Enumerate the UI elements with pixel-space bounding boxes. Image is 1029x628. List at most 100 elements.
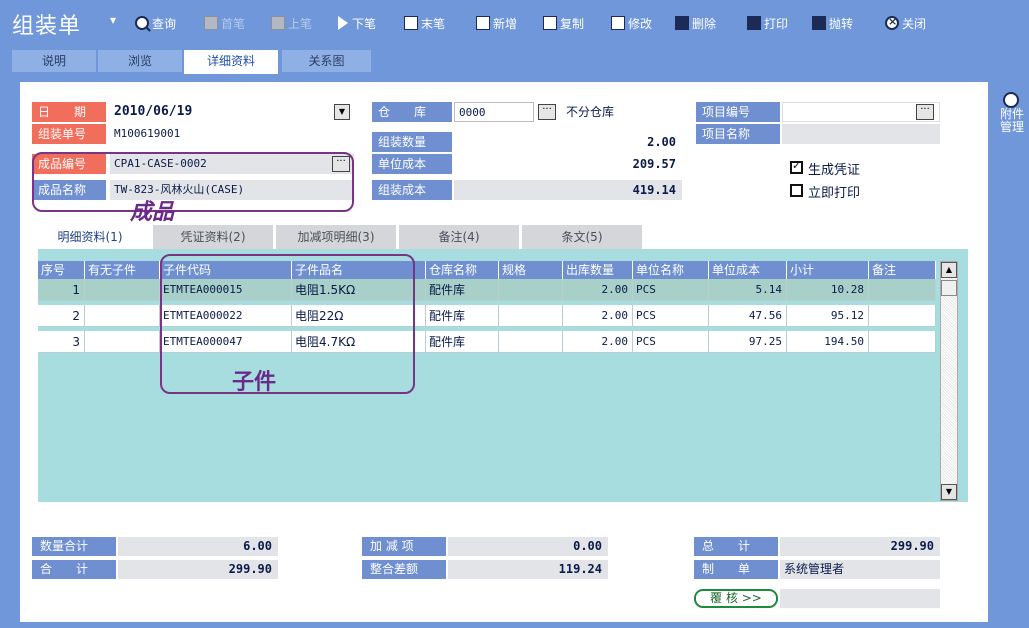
annotation-component-box	[160, 254, 415, 394]
warehouse-code-field[interactable]: 0000	[454, 102, 534, 122]
cell-warehouse: 配件库	[426, 305, 499, 327]
cell-seq: 2	[38, 305, 85, 327]
qty-label: 组装数量	[372, 132, 452, 152]
tab-browse[interactable]: 浏览	[98, 50, 183, 72]
unit-cost-field[interactable]: 209.57	[454, 154, 682, 174]
project-name-label: 项目名称	[696, 124, 780, 144]
cell-subtotal: 95.12	[787, 305, 869, 327]
cell-unit-cost: 5.14	[709, 279, 787, 301]
assembly-no-field[interactable]: M100619001	[110, 124, 354, 144]
round-diff-label: 整合差额	[362, 560, 446, 579]
assembly-cost-label: 组装成本	[372, 180, 452, 200]
tab-description[interactable]: 说明	[12, 50, 97, 72]
gen-voucher-label: 生成凭证	[808, 163, 861, 178]
last-record-icon	[404, 16, 418, 30]
cell-has-sub	[85, 305, 160, 327]
new-button[interactable]: 新增	[476, 13, 517, 33]
transfer-button[interactable]: 抛转	[812, 13, 853, 33]
cell-unit-cost: 97.25	[709, 331, 787, 353]
cell-unit: PCS	[633, 305, 709, 327]
attachment-management-label[interactable]: 附件管理	[1000, 108, 1024, 134]
tab-relation-diagram[interactable]: 关系图	[282, 50, 372, 72]
first-record-button[interactable]: 首笔	[204, 13, 245, 33]
date-field[interactable]: 2010/06/19	[110, 102, 354, 122]
warehouse-label: 仓 库	[372, 102, 452, 122]
edit-button[interactable]: 修改	[611, 13, 652, 33]
annotation-component-text: 子件	[232, 369, 277, 395]
maker-label: 制 单	[694, 560, 778, 579]
check-mark-icon: ✓	[792, 159, 802, 172]
transfer-icon	[812, 16, 826, 30]
cell-unit: PCS	[633, 331, 709, 353]
subtab-voucher[interactable]: 凭证资料(2)	[153, 225, 273, 249]
query-button[interactable]: 查询	[135, 13, 176, 33]
col-unit[interactable]: 单位名称	[633, 261, 709, 279]
copy-icon	[543, 16, 557, 30]
cell-qty: 2.00	[563, 331, 633, 353]
grid-scrollbar[interactable]: ▲ ▼	[940, 261, 958, 501]
cell-qty: 2.00	[563, 279, 633, 301]
col-unit-cost[interactable]: 单位成本	[709, 261, 787, 279]
round-diff-value: 119.24	[448, 560, 608, 579]
search-icon	[135, 16, 149, 30]
audit-button[interactable]: 覆 核 >>	[694, 589, 778, 608]
cell-spec	[499, 305, 563, 327]
cell-has-sub	[85, 331, 160, 353]
edit-icon	[611, 16, 625, 30]
gen-voucher-checkbox[interactable]: ✓	[790, 159, 803, 174]
date-label: 日 期	[32, 102, 106, 122]
last-record-button[interactable]: 末笔	[404, 13, 445, 33]
project-lookup-button[interactable]: ···	[916, 104, 934, 120]
col-warehouse[interactable]: 仓库名称	[426, 261, 499, 279]
delete-button[interactable]: 删除	[675, 13, 716, 33]
new-icon	[476, 16, 490, 30]
print-now-checkbox[interactable]	[790, 184, 803, 197]
col-has-sub[interactable]: 有无子件	[85, 261, 160, 279]
cell-warehouse: 配件库	[426, 279, 499, 301]
date-dropdown-icon[interactable]: ▼	[334, 104, 350, 120]
warehouse-lookup-button[interactable]: ···	[538, 104, 556, 120]
prev-record-icon	[271, 16, 285, 30]
next-record-button[interactable]: 下笔	[338, 13, 376, 33]
close-button[interactable]: 关闭	[885, 13, 926, 33]
attachment-search-icon[interactable]	[1003, 92, 1019, 108]
scroll-up-icon[interactable]: ▲	[941, 262, 957, 278]
cell-unit: PCS	[633, 279, 709, 301]
tab-details[interactable]: 详细资料	[184, 50, 279, 74]
close-icon	[885, 15, 899, 30]
cell-note	[869, 279, 936, 301]
audit-value	[780, 589, 940, 608]
cell-warehouse: 配件库	[426, 331, 499, 353]
cell-spec	[499, 331, 563, 353]
subtab-detail[interactable]: 明细资料(1)	[30, 225, 150, 251]
col-subtotal[interactable]: 小计	[787, 261, 869, 279]
app-title[interactable]: 组装单	[12, 8, 81, 40]
cell-seq: 1	[38, 279, 85, 301]
cell-qty: 2.00	[563, 305, 633, 327]
qty-field[interactable]: 2.00	[454, 132, 682, 152]
toolbar: 组装单 ▾ 查询 首笔 上笔 下笔 末笔 新增 复制 修改 删除 打印 抛转 ×…	[0, 0, 990, 46]
print-now-label: 立即打印	[808, 186, 861, 201]
copy-button[interactable]: 复制	[543, 13, 584, 33]
prev-record-button[interactable]: 上笔	[271, 13, 312, 33]
sum-label: 合 计	[32, 560, 116, 579]
scroll-down-icon[interactable]: ▼	[941, 484, 957, 500]
title-dropdown-icon[interactable]: ▾	[110, 13, 116, 27]
subtab-notes[interactable]: 备注(4)	[399, 225, 519, 249]
delete-icon	[675, 16, 689, 30]
print-button[interactable]: 打印	[747, 13, 788, 33]
subtab-addsub-detail[interactable]: 加减项明细(3)	[276, 225, 396, 249]
subtab-terms[interactable]: 条文(5)	[522, 225, 642, 249]
cell-unit-cost: 47.56	[709, 305, 787, 327]
scroll-thumb[interactable]	[941, 280, 957, 296]
col-qty[interactable]: 出库数量	[563, 261, 633, 279]
cell-has-sub	[85, 279, 160, 301]
grand-total-label: 总 计	[694, 537, 778, 556]
unit-cost-label: 单位成本	[372, 154, 452, 174]
col-seq[interactable]: 序号	[38, 261, 85, 279]
col-note[interactable]: 备注	[869, 261, 936, 279]
cell-note	[869, 331, 936, 353]
col-spec[interactable]: 规格	[499, 261, 563, 279]
print-icon	[747, 16, 761, 30]
assembly-cost-field: 419.14	[454, 180, 682, 200]
